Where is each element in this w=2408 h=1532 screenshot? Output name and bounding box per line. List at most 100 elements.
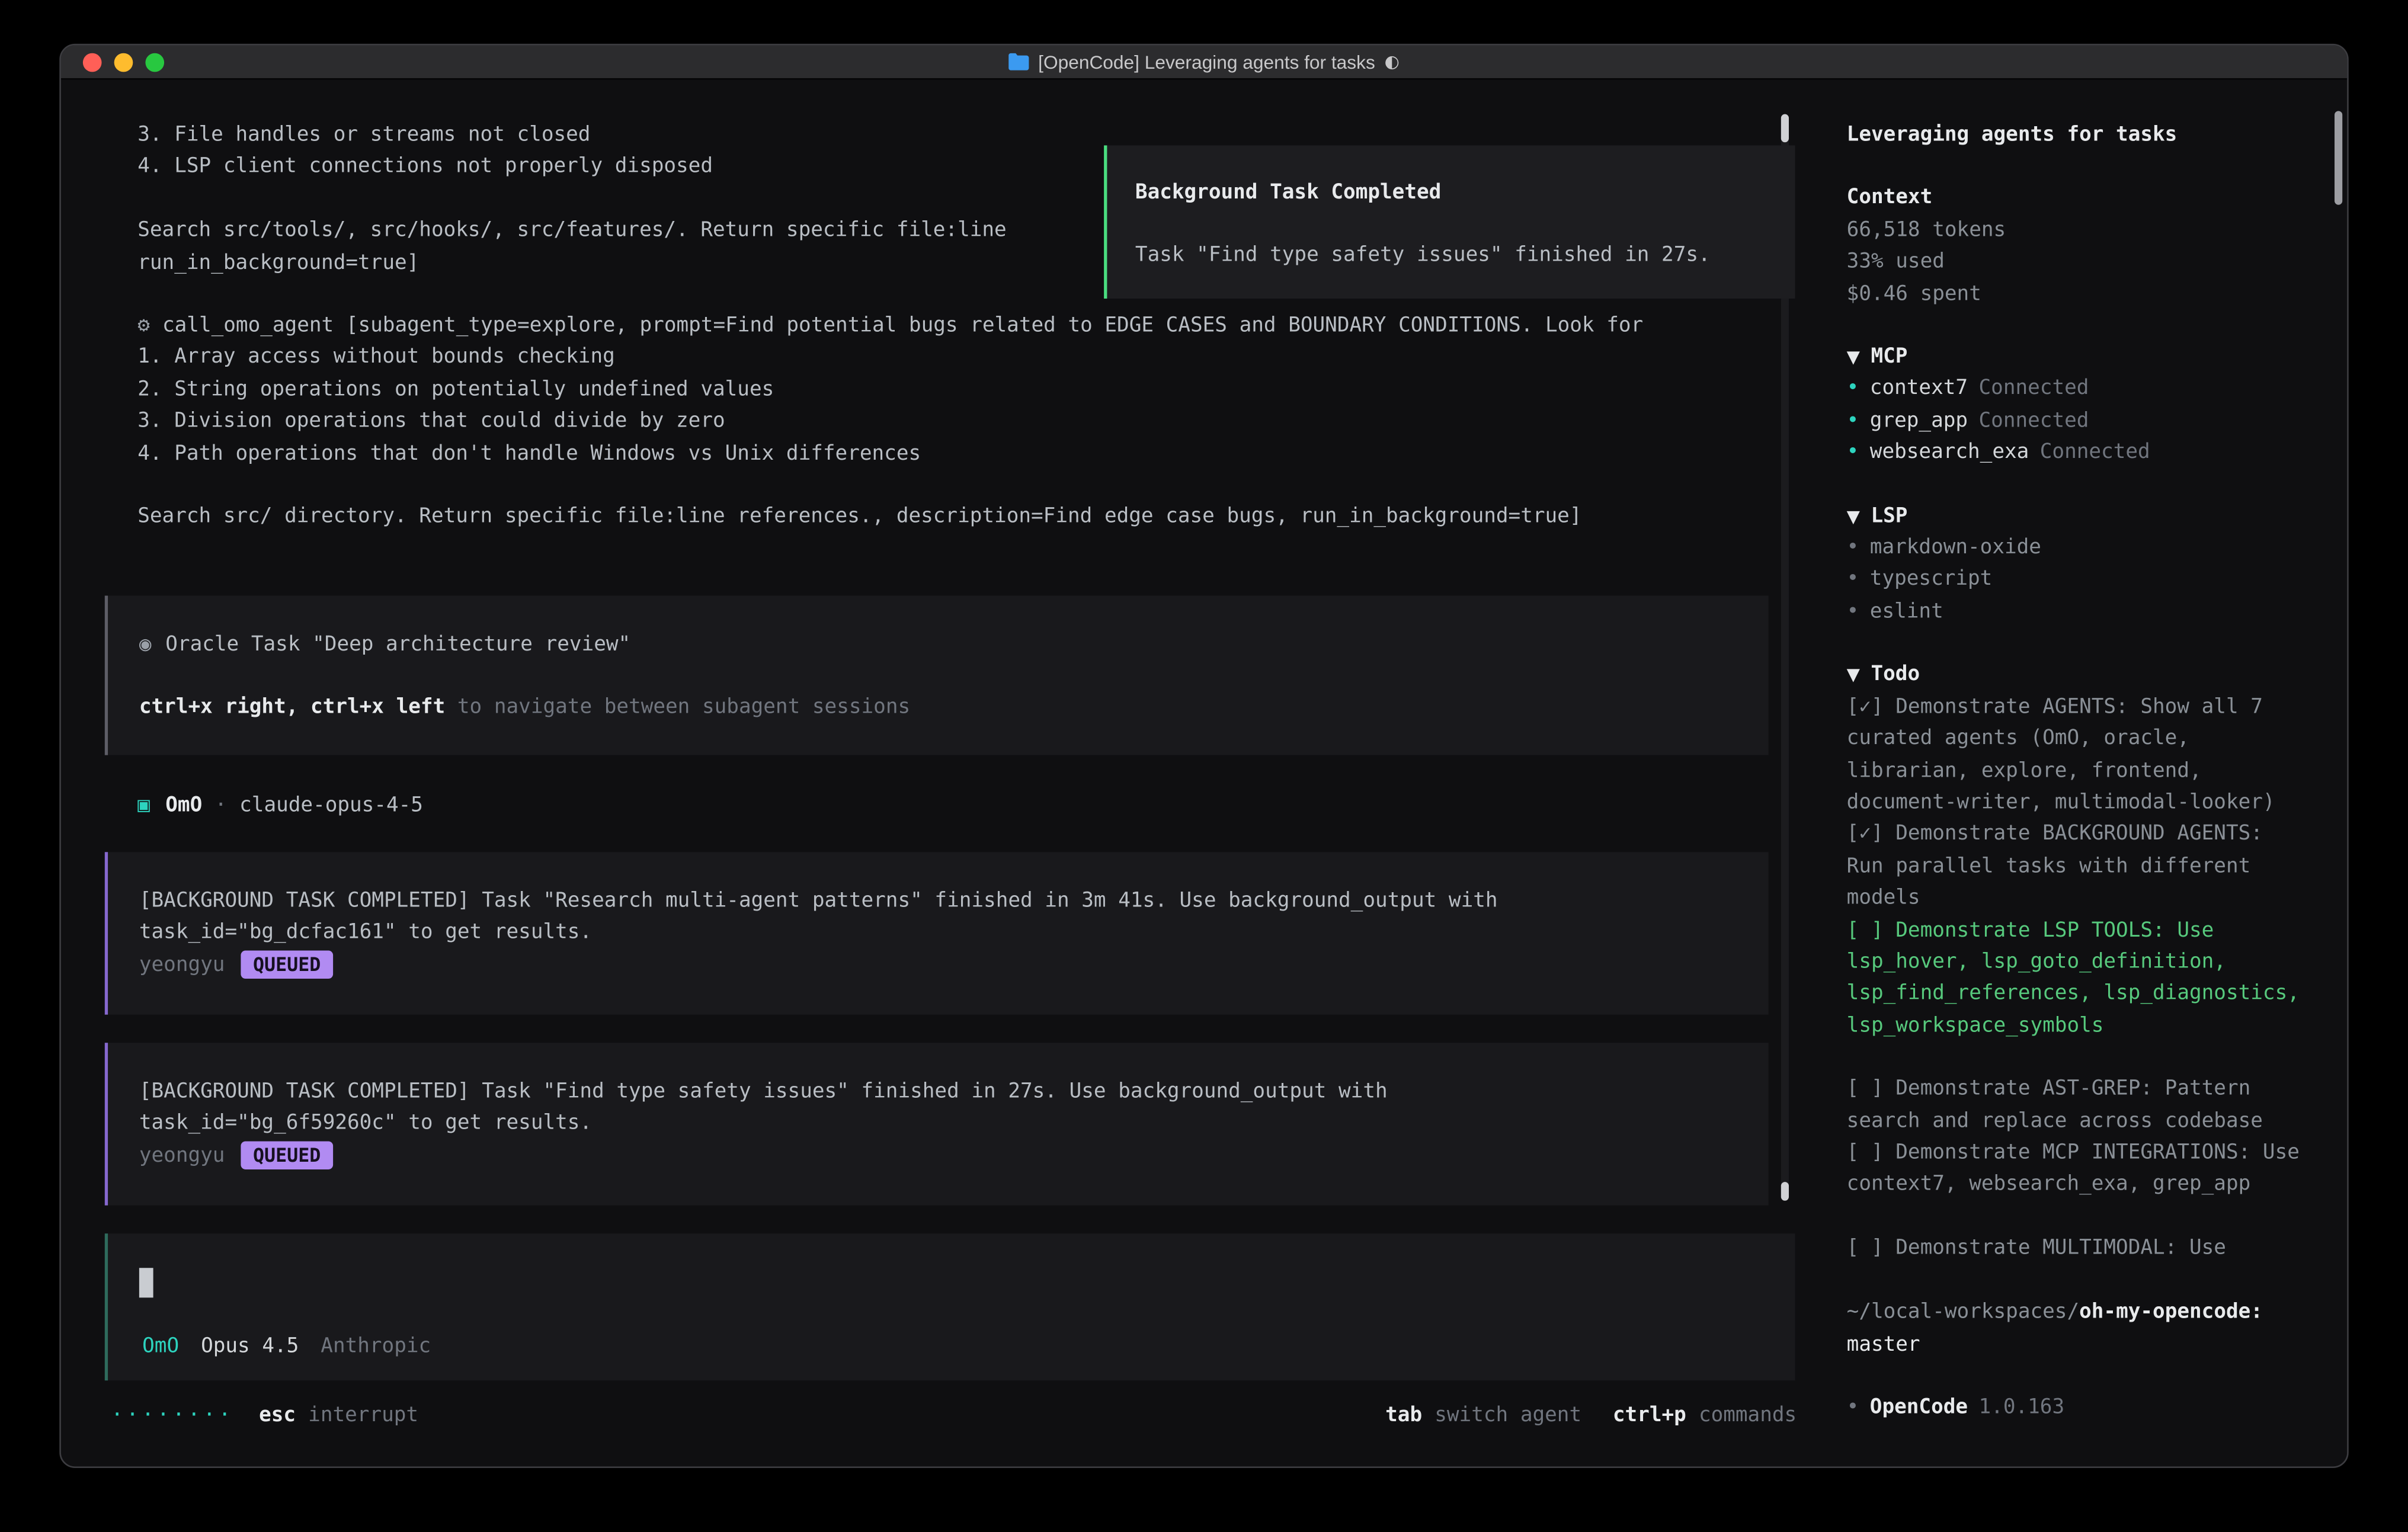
context-spent: $0.46 spent bbox=[1847, 279, 2319, 311]
oracle-title: Oracle Task "Deep architecture review" bbox=[165, 633, 630, 657]
lsp-name: eslint bbox=[1870, 600, 1943, 624]
lsp-item: • markdown-oxide bbox=[1847, 533, 2319, 565]
oracle-task-panel[interactable]: ◉Oracle Task "Deep architecture review" … bbox=[105, 595, 1769, 755]
mcp-status: Connected bbox=[1979, 409, 2089, 433]
separator: · bbox=[214, 794, 227, 818]
window-controls bbox=[83, 46, 164, 78]
background-task-message: [BACKGROUND TASK COMPLETED] Task "Resear… bbox=[105, 852, 1769, 1014]
bullet-icon: • bbox=[1847, 409, 1859, 433]
todo-item: [✓] Demonstrate BACKGROUND AGENTS: Run p… bbox=[1847, 820, 2306, 916]
input-agent-name: OmO bbox=[142, 1335, 179, 1359]
mcp-heading[interactable]: ▼MCP bbox=[1847, 342, 2319, 374]
app-name: OpenCode bbox=[1870, 1396, 1968, 1420]
session-sidebar: Leveraging agents for tasks Context 66,5… bbox=[1815, 80, 2347, 1467]
input-meta: OmO Opus 4.5 Anthropic bbox=[142, 1332, 431, 1364]
minimize-window-button[interactable] bbox=[114, 52, 133, 71]
mcp-item: •context7Connected bbox=[1847, 374, 2319, 406]
sidebar-scrollbar[interactable] bbox=[2335, 111, 2342, 204]
todo-item: [ ] Demonstrate MULTIMODAL: Use bbox=[1847, 1233, 2306, 1265]
context-section: Context 66,518 tokens 33% used $0.46 spe… bbox=[1847, 184, 2319, 311]
commands-hint: ctrl+pcommands bbox=[1613, 1401, 1797, 1433]
mcp-item: •grep_appConnected bbox=[1847, 406, 2319, 438]
prompt-input[interactable]: OmO Opus 4.5 Anthropic bbox=[105, 1233, 1795, 1380]
close-window-button[interactable] bbox=[83, 52, 102, 71]
oracle-title-row: ◉ Oracle Task "Deep architecture review" bbox=[139, 630, 1769, 662]
esc-label: interrupt bbox=[308, 1404, 418, 1428]
background-task-message: [BACKGROUND TASK COMPLETED] Task "Find t… bbox=[105, 1043, 1769, 1205]
message-text: [BACKGROUND TASK COMPLETED] Task "Resear… bbox=[139, 886, 1737, 950]
mcp-status: Connected bbox=[2040, 441, 2150, 465]
activity-icon: ◐ bbox=[1385, 52, 1400, 72]
todo-item: [✓] Demonstrate AGENTS: Show all 7 curat… bbox=[1847, 692, 2306, 819]
tool-call-text: call_omo_agent [subagent_type=explore, p… bbox=[137, 314, 1643, 529]
input-provider-name: Anthropic bbox=[321, 1335, 431, 1359]
scrollbar-thumb[interactable] bbox=[1781, 114, 1789, 143]
tab-label: switch agent bbox=[1434, 1404, 1581, 1428]
todo-item: [ ] Demonstrate LSP TOOLS: Use lsp_hover… bbox=[1847, 915, 2306, 1043]
gear-icon: ⚙ bbox=[137, 314, 150, 338]
version-number: 1.0.163 bbox=[1979, 1396, 2065, 1420]
agent-icon: ▣ bbox=[137, 794, 150, 818]
context-used: 33% used bbox=[1847, 248, 2319, 280]
chevron-down-icon: ▼ bbox=[1847, 506, 1860, 526]
statusbar-left: ········ esc interrupt bbox=[111, 1401, 418, 1433]
lsp-name: markdown-oxide bbox=[1870, 536, 2041, 560]
tool-call-block: ⚙call_omo_agent [subagent_type=explore, … bbox=[137, 311, 1779, 534]
status-badge: QUEUED bbox=[241, 1141, 334, 1169]
app-window: [OpenCode] Leveraging agents for tasks ◐… bbox=[59, 44, 2348, 1468]
mcp-status: Connected bbox=[1979, 377, 2089, 401]
message-meta: yeongyuQUEUED bbox=[139, 950, 1737, 982]
lsp-name: typescript bbox=[1870, 568, 1993, 592]
toast-body: Task "Find type safety issues" finished … bbox=[1135, 241, 1767, 273]
window-title-group: [OpenCode] Leveraging agents for tasks ◐ bbox=[1008, 51, 1400, 73]
toast-title: Background Task Completed bbox=[1135, 178, 1767, 210]
tab-hint: tab switch agent bbox=[1385, 1401, 1581, 1433]
bullet-icon: • bbox=[1847, 1396, 1859, 1420]
oracle-hint: ctrl+x right, ctrl+x left to navigate be… bbox=[139, 693, 1769, 725]
mcp-item: •websearch_exaConnected bbox=[1847, 438, 2319, 470]
text-cursor bbox=[139, 1268, 153, 1297]
chevron-down-icon: ▼ bbox=[1847, 347, 1860, 367]
oracle-icon: ◉ bbox=[139, 633, 152, 657]
spinner-icon: ········ bbox=[111, 1401, 233, 1433]
window-titlebar[interactable]: [OpenCode] Leveraging agents for tasks ◐ bbox=[61, 46, 2347, 80]
hint-text: to navigate between subagent sessions bbox=[445, 696, 910, 720]
message-author: yeongyu bbox=[139, 1144, 225, 1168]
hint-keys: ctrl+x right, ctrl+x left bbox=[139, 696, 445, 720]
bullet-icon: • bbox=[1847, 600, 1859, 624]
agent-header: ▣OmO·claude-opus-4-5 bbox=[137, 791, 423, 823]
scrollbar-thumb[interactable] bbox=[1781, 1182, 1789, 1201]
context-tokens: 66,518 tokens bbox=[1847, 216, 2319, 248]
lsp-heading[interactable]: ▼LSP bbox=[1847, 501, 2319, 533]
chevron-down-icon: ▼ bbox=[1847, 665, 1860, 685]
workspace-repo: oh-my-opencode: bbox=[2079, 1301, 2263, 1325]
bullet-icon: • bbox=[1847, 536, 1859, 560]
background-task-toast: Background Task Completed Task "Find typ… bbox=[1104, 145, 1795, 299]
status-bar: ········ esc interrupt tab switch agent ct… bbox=[111, 1401, 1797, 1433]
input-model-name: Opus 4.5 bbox=[201, 1335, 299, 1359]
lsp-section: ▼LSP • markdown-oxide • typescript • eslint bbox=[1847, 501, 2319, 629]
lsp-item: • eslint bbox=[1847, 597, 2319, 629]
todo-section: ▼ Todo [✓] Demonstrate AGENTS: Show all 7… bbox=[1847, 660, 2319, 1265]
status-badge: QUEUED bbox=[241, 950, 334, 979]
screen: [OpenCode] Leveraging agents for tasks ◐… bbox=[0, 0, 2408, 1532]
workspace-dir: ~/local-workspaces/ bbox=[1847, 1301, 2079, 1325]
esc-hint: esc interrupt bbox=[259, 1401, 418, 1433]
zoom-window-button[interactable] bbox=[145, 52, 164, 71]
window-content: 3. File handles or streams not closed 4.… bbox=[61, 80, 2347, 1467]
message-text: [BACKGROUND TASK COMPLETED] Task "Find t… bbox=[139, 1077, 1737, 1141]
conversation-pane: 3. File handles or streams not closed 4.… bbox=[61, 80, 1818, 1467]
agent-model: claude-opus-4-5 bbox=[239, 794, 423, 818]
window-title: [OpenCode] Leveraging agents for tasks bbox=[1038, 51, 1375, 73]
tab-key: tab bbox=[1385, 1404, 1422, 1428]
todo-item: [ ] Demonstrate AST-GREP: Pattern search… bbox=[1847, 1074, 2306, 1138]
mcp-section: ▼MCP •context7Connected •grep_appConnect… bbox=[1847, 342, 2319, 470]
workspace-path: ~/local-workspaces/oh-my-opencode: maste… bbox=[1847, 1298, 2306, 1362]
bullet-icon: • bbox=[1847, 377, 1859, 401]
todo-heading-label: Todo bbox=[1871, 664, 1920, 687]
bullet-icon: • bbox=[1847, 568, 1859, 592]
app-version: • OpenCode 1.0.163 bbox=[1847, 1393, 2319, 1425]
context-heading: Context bbox=[1847, 184, 2319, 216]
esc-key: esc bbox=[259, 1404, 296, 1428]
todo-heading[interactable]: ▼ Todo bbox=[1847, 660, 2319, 692]
